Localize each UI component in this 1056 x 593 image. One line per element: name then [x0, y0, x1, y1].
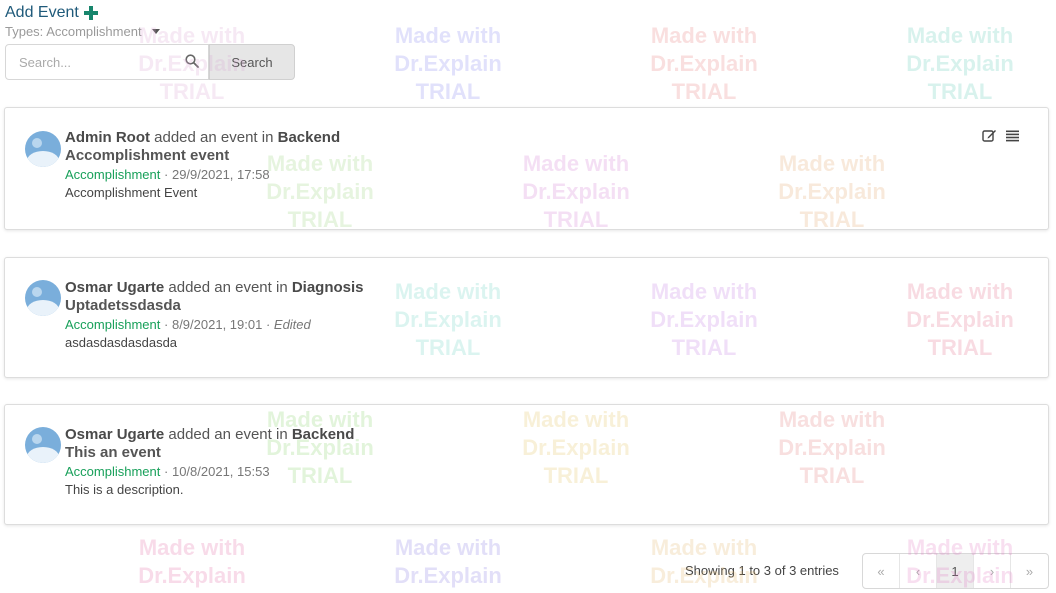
types-filter-dropdown[interactable]: Types: Accomplishment [5, 24, 160, 39]
caret-down-icon [151, 29, 160, 34]
trial-watermark: Made with Dr.Explain TRIAL [906, 23, 1014, 104]
event-card: Osmar Ugarte added an event in Diagnosis… [4, 257, 1049, 378]
event-category-link[interactable]: Backend [278, 129, 341, 146]
event-category-link[interactable]: Backend [292, 426, 355, 443]
event-meta: Accomplishment · 29/9/2021, 17:58 [65, 167, 340, 182]
event-author-link[interactable]: Osmar Ugarte [65, 426, 164, 443]
event-datetime: 29/9/2021, 17:58 [171, 167, 270, 182]
event-datetime: 10/8/2021, 15:53 [171, 464, 270, 479]
trial-watermark: Made with Dr.Explain [650, 535, 758, 588]
avatar-icon [25, 427, 61, 463]
search-icon[interactable] [185, 54, 199, 68]
edited-label: · Edited [265, 317, 311, 332]
meta-separator: · [164, 167, 169, 182]
event-title: Accomplishment event [65, 147, 230, 164]
next-page-button[interactable]: › [974, 554, 1011, 588]
pagination: « ‹ 1 › » [862, 553, 1049, 589]
list-icon[interactable] [1005, 128, 1020, 143]
page-1-button[interactable]: 1 [937, 554, 974, 588]
meta-separator: · [164, 317, 169, 332]
event-heading: Admin Root added an event in Backend [65, 129, 340, 146]
event-description: This is a description. [65, 482, 184, 497]
card-tools [982, 128, 1020, 143]
event-description: Accomplishment Event [65, 185, 198, 200]
trial-watermark: Made with Dr.Explain [138, 535, 246, 588]
add-event-button[interactable]: Add Event [5, 4, 98, 22]
event-author-link[interactable]: Admin Root [65, 129, 150, 146]
first-page-button[interactable]: « [863, 554, 900, 588]
event-type-label: Accomplishment [65, 464, 161, 479]
trial-watermark: Made with Dr.Explain [394, 535, 502, 588]
event-meta: Accomplishment · 8/9/2021, 19:01 · Edite… [65, 317, 364, 332]
event-action-text: added an event in [168, 426, 288, 443]
event-card: Admin Root added an event in Backend Acc… [4, 107, 1049, 230]
search-input[interactable] [5, 44, 209, 80]
avatar-icon [25, 131, 61, 167]
meta-separator: · [164, 464, 169, 479]
trial-watermark: Made with Dr.Explain TRIAL [650, 23, 758, 104]
event-meta: Accomplishment · 10/8/2021, 15:53 [65, 464, 354, 479]
event-heading: Osmar Ugarte added an event in Diagnosis [65, 279, 364, 296]
last-page-button[interactable]: » [1011, 554, 1048, 588]
event-heading: Osmar Ugarte added an event in Backend [65, 426, 354, 443]
event-type-label: Accomplishment [65, 317, 161, 332]
event-title: Uptadetssdasda [65, 297, 181, 314]
edit-icon[interactable] [982, 128, 997, 143]
event-author-link[interactable]: Osmar Ugarte [65, 279, 164, 296]
event-action-text: added an event in [168, 279, 288, 296]
event-type-label: Accomplishment [65, 167, 161, 182]
search-bar: Search [5, 44, 295, 80]
types-filter-label: Types: Accomplishment [5, 24, 142, 39]
entries-info: Showing 1 to 3 of 3 entries [685, 563, 839, 578]
event-action-text: added an event in [154, 129, 274, 146]
event-category-link[interactable]: Diagnosis [292, 279, 364, 296]
event-title: This an event [65, 444, 161, 461]
plus-icon [83, 6, 98, 20]
search-button[interactable]: Search [209, 44, 295, 80]
event-datetime: 8/9/2021, 19:01 [171, 317, 263, 332]
add-event-label: Add Event [5, 4, 79, 21]
avatar-icon [25, 280, 61, 316]
prev-page-button[interactable]: ‹ [900, 554, 937, 588]
event-description: asdasdasdasdasda [65, 335, 178, 350]
event-card: Osmar Ugarte added an event in Backend T… [4, 404, 1049, 525]
trial-watermark: Made with Dr.Explain TRIAL [394, 23, 502, 104]
